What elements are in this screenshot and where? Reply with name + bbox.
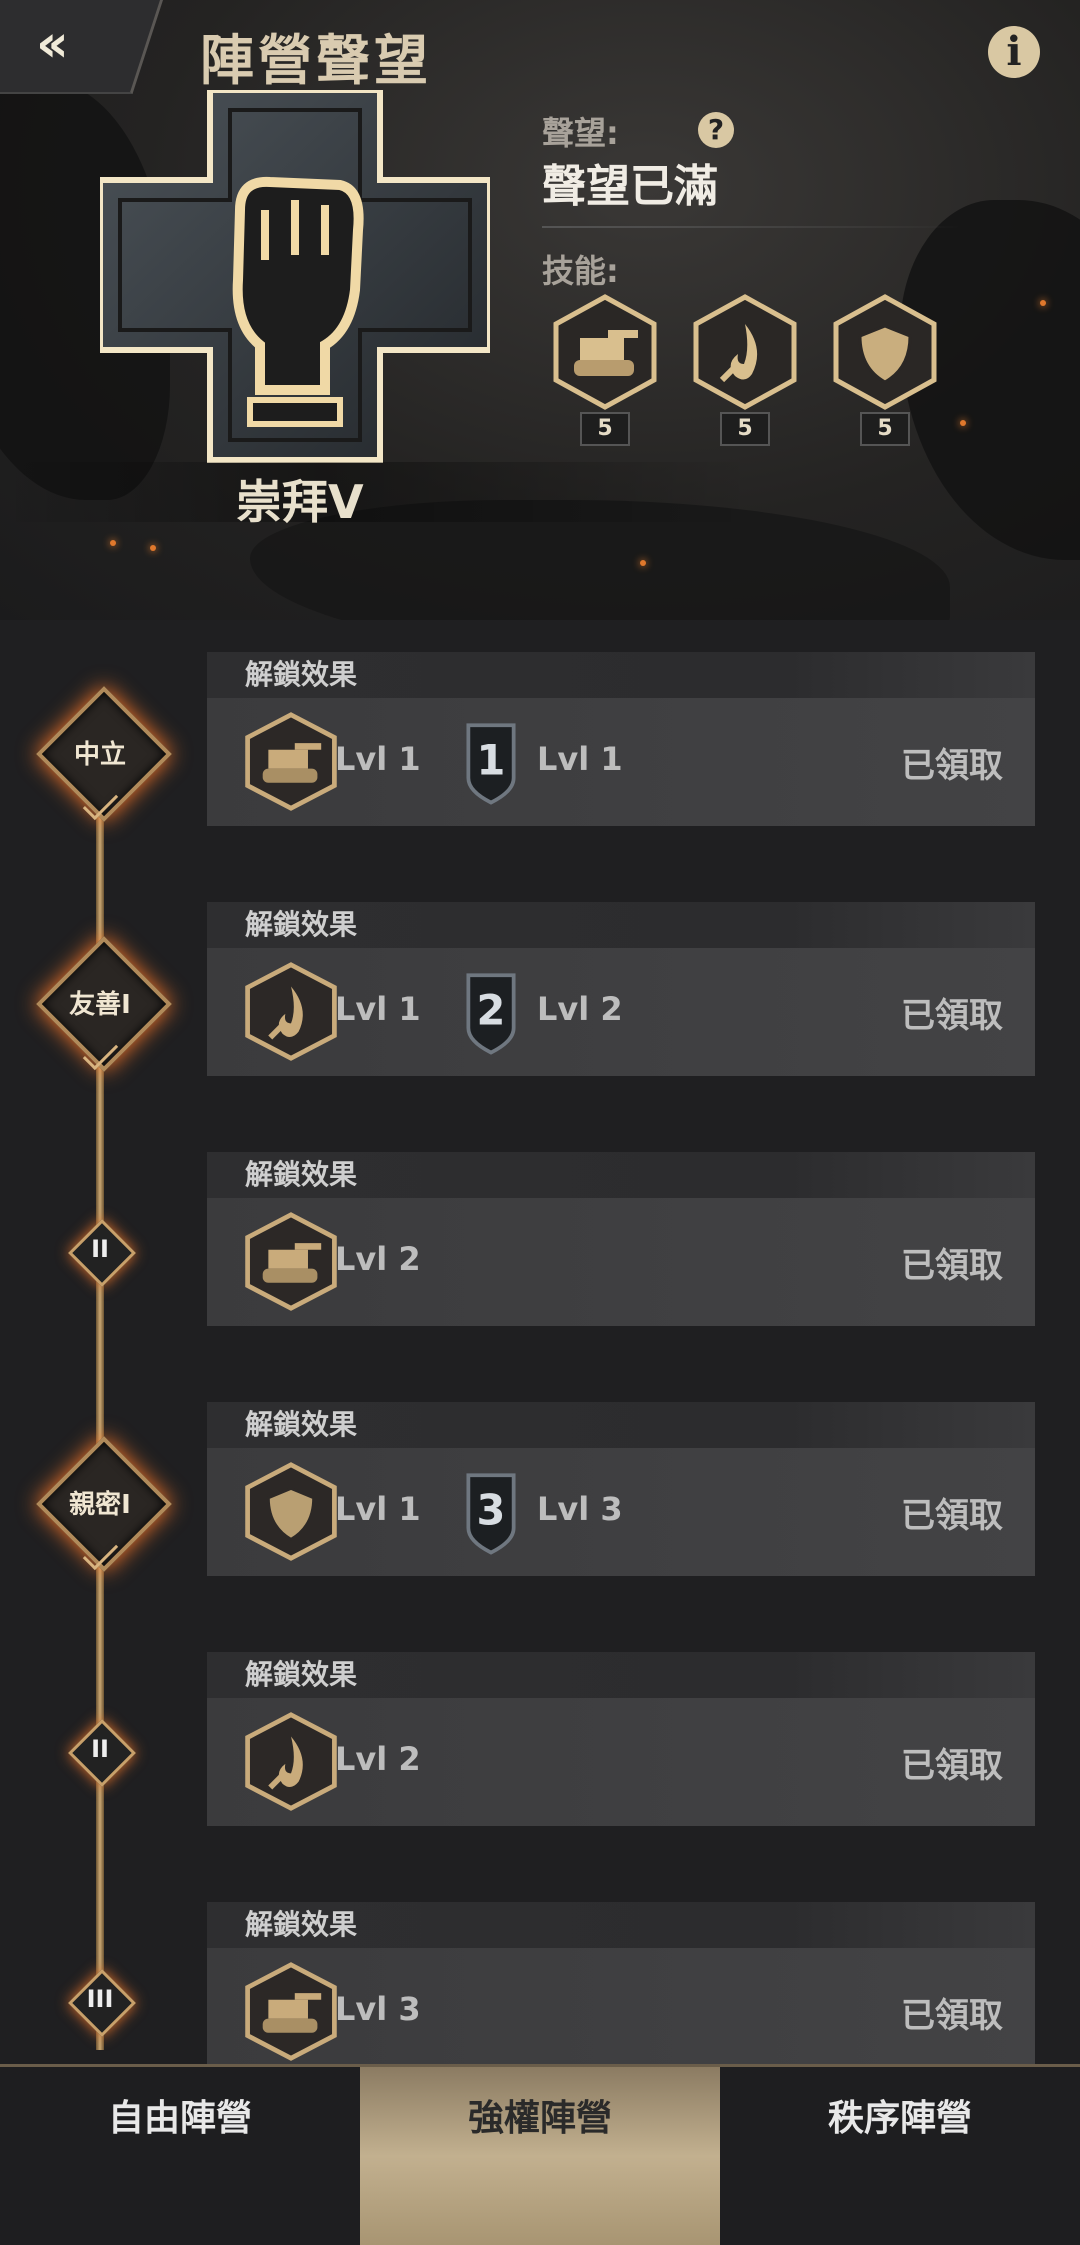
- help-icon[interactable]: ?: [698, 112, 734, 148]
- badge-level-label: Lvl 3: [537, 1490, 623, 1528]
- shield-icon: [833, 294, 937, 410]
- milestone-card: 解鎖效果 Lvl 2 已領取: [207, 1652, 1035, 1826]
- ember: [110, 540, 116, 546]
- rank-label: 崇拜V: [236, 475, 364, 529]
- page-title: 陣營聲望: [200, 29, 432, 92]
- badge-level-label: Lvl 1: [537, 740, 623, 778]
- skill-level-label: Lvl 2: [335, 1240, 421, 1278]
- milestone-card: 解鎖效果 Lvl 1 3 Lvl 3 已領取: [207, 1402, 1035, 1576]
- skill-level-label: Lvl 2: [335, 1740, 421, 1778]
- rank-badge-icon[interactable]: 2: [441, 962, 541, 1062]
- tank-icon[interactable]: [241, 1212, 341, 1312]
- shield-icon[interactable]: [241, 1462, 341, 1562]
- milestone-card: 解鎖效果 Lvl 1 1 Lvl 1 已領取: [207, 652, 1035, 826]
- fire-icon[interactable]: [241, 962, 341, 1062]
- faction-tab-bar: 自由陣營 強權陣營 秩序陣營: [0, 2064, 1080, 2245]
- tab-power-faction[interactable]: 強權陣營: [360, 2067, 720, 2245]
- faction-rank-emblem: [100, 90, 490, 463]
- ember: [960, 420, 966, 426]
- milestone-card: 解鎖效果 Lvl 3 已領取: [207, 1902, 1035, 2076]
- skill-level: 5: [720, 412, 770, 446]
- ember: [150, 545, 156, 551]
- svg-text:3: 3: [477, 1485, 506, 1534]
- skill-level-label: Lvl 1: [335, 740, 421, 778]
- badge-level-label: Lvl 2: [537, 990, 623, 1028]
- rank-badge-icon[interactable]: 1: [441, 712, 541, 812]
- svg-text:2: 2: [477, 985, 506, 1034]
- reputation-value: 聲望已滿: [542, 161, 718, 212]
- milestone-body: Lvl 2 已領取: [207, 1198, 1035, 1326]
- progress-timeline: [96, 720, 104, 2050]
- milestone-heading: 解鎖效果: [207, 902, 1035, 948]
- rank-badge-icon[interactable]: 3: [441, 1462, 541, 1562]
- skill-tank[interactable]: 5: [550, 294, 660, 446]
- milestone-card: 解鎖效果 Lvl 2 已領取: [207, 1152, 1035, 1326]
- double-chevron-left-icon[interactable]: ‹‹: [36, 18, 69, 70]
- tank-icon: [553, 294, 657, 410]
- tab-order-faction[interactable]: 秩序陣營: [720, 2067, 1080, 2245]
- divider: [542, 226, 962, 228]
- reputation-label: 聲望:: [542, 114, 619, 152]
- skill-shield[interactable]: 5: [830, 294, 940, 446]
- timeline-node-label: 友善I: [69, 990, 131, 1020]
- claimed-status: 已領取: [901, 1496, 1003, 1536]
- timeline-node-label: II: [91, 1735, 109, 1763]
- timeline-node-label: 親密I: [69, 1490, 131, 1520]
- ember: [1040, 300, 1046, 306]
- milestone-body: Lvl 1 2 Lvl 2 已領取: [207, 948, 1035, 1076]
- milestone-body: Lvl 3 已領取: [207, 1948, 1035, 2076]
- milestone-body: Lvl 1 1 Lvl 1 已領取: [207, 698, 1035, 826]
- claimed-status: 已領取: [901, 996, 1003, 1036]
- claimed-status: 已領取: [901, 1746, 1003, 1786]
- timeline-node-label: 中立: [73, 740, 126, 770]
- skills-label: 技能:: [542, 252, 619, 290]
- claimed-status: 已領取: [901, 746, 1003, 786]
- tank-icon[interactable]: [241, 1962, 341, 2062]
- fire-icon[interactable]: [241, 1712, 341, 1812]
- claimed-status: 已領取: [901, 1246, 1003, 1286]
- svg-text:1: 1: [477, 735, 506, 784]
- timeline-node-label: III: [86, 1985, 114, 2013]
- skill-level-label: Lvl 1: [335, 990, 421, 1028]
- timeline-node-label: II: [91, 1235, 109, 1263]
- milestone-body: Lvl 1 3 Lvl 3 已領取: [207, 1448, 1035, 1576]
- tank-icon[interactable]: [241, 712, 341, 812]
- milestone-heading: 解鎖效果: [207, 1402, 1035, 1448]
- milestone-heading: 解鎖效果: [207, 652, 1035, 698]
- skill-level-label: Lvl 1: [335, 1490, 421, 1528]
- claimed-status: 已領取: [901, 1996, 1003, 2036]
- milestone-card: 解鎖效果 Lvl 1 2 Lvl 2 已領取: [207, 902, 1035, 1076]
- skill-level-label: Lvl 3: [335, 1990, 421, 2028]
- milestone-heading: 解鎖效果: [207, 1652, 1035, 1698]
- skill-fire[interactable]: 5: [690, 294, 800, 446]
- ember: [640, 560, 646, 566]
- rank-band: [0, 462, 1080, 522]
- info-icon[interactable]: i: [988, 26, 1040, 78]
- tab-free-faction[interactable]: 自由陣營: [0, 2067, 360, 2245]
- milestone-body: Lvl 2 已領取: [207, 1698, 1035, 1826]
- skill-level: 5: [580, 412, 630, 446]
- milestone-heading: 解鎖效果: [207, 1152, 1035, 1198]
- fire-icon: [693, 294, 797, 410]
- skill-level: 5: [860, 412, 910, 446]
- milestone-heading: 解鎖效果: [207, 1902, 1035, 1948]
